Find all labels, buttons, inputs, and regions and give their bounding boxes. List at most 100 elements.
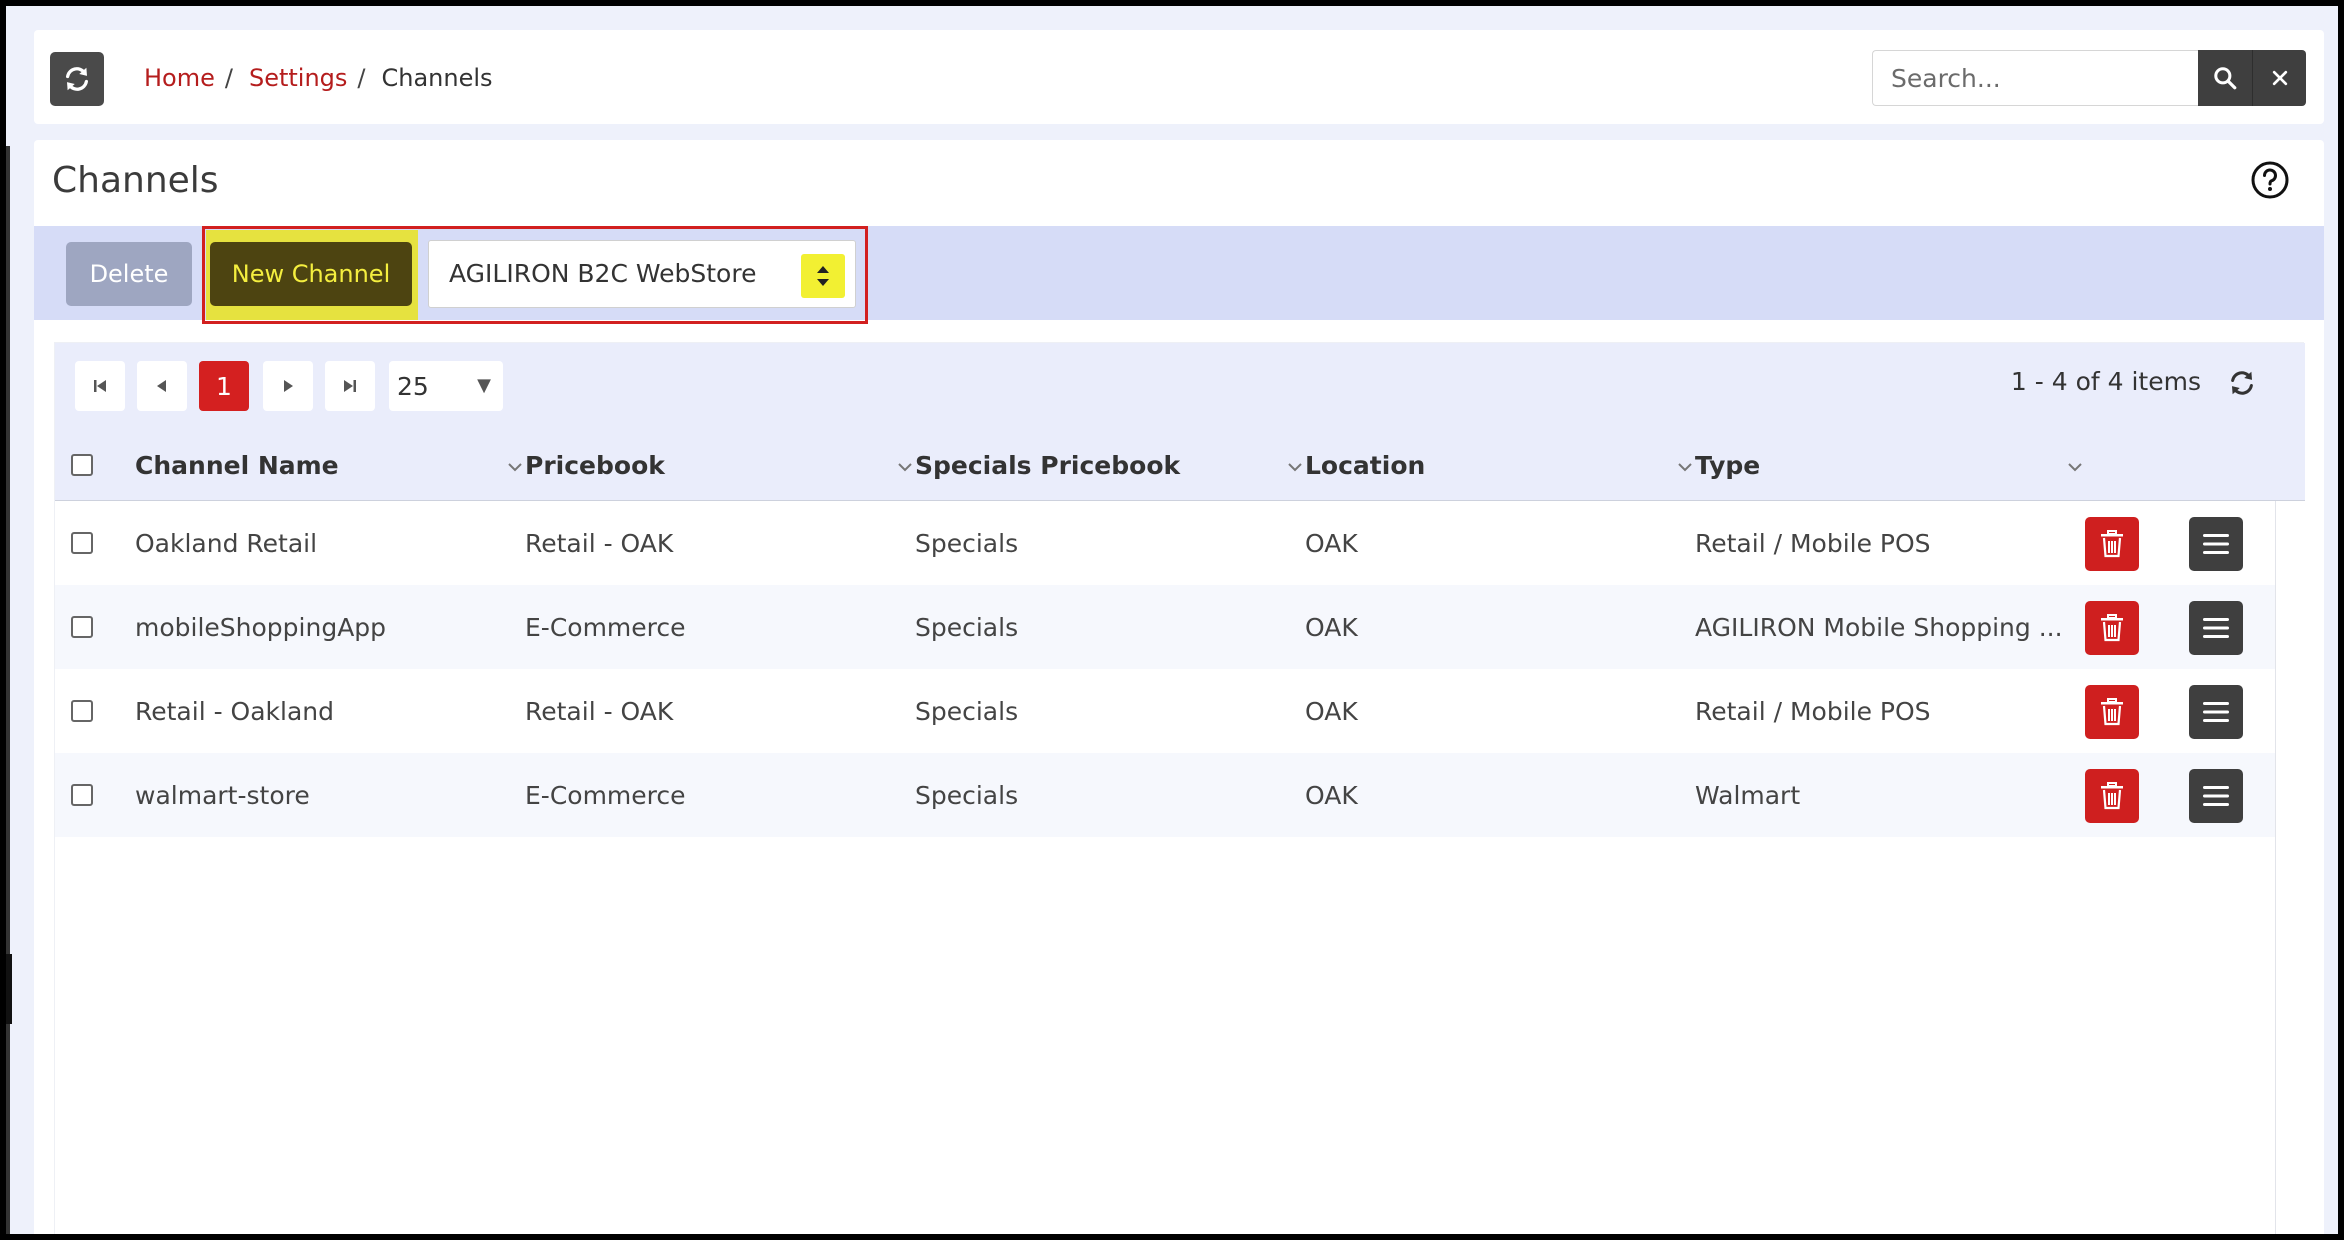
search-group [1872, 50, 2306, 106]
help-icon [2251, 161, 2289, 199]
breadcrumb-separator: / [357, 64, 366, 92]
cell-channel-name: walmart-store [135, 781, 310, 810]
cell-channel-name: Oakland Retail [135, 529, 318, 558]
prev-page-button[interactable] [137, 361, 187, 411]
chevron-down-icon[interactable] [1285, 457, 1305, 477]
channel-type-value: AGILIRON B2C WebStore [449, 259, 757, 288]
channel-type-select[interactable]: AGILIRON B2C WebStore [428, 240, 856, 308]
search-input[interactable] [1872, 50, 2198, 106]
cell-specials-pricebook: Specials [915, 613, 1019, 642]
refresh-button[interactable] [50, 52, 104, 106]
row-checkbox[interactable] [71, 700, 93, 722]
row-menu-button[interactable] [2189, 769, 2243, 823]
cell-pricebook: E-Commerce [525, 781, 686, 810]
cell-location: OAK [1305, 781, 1358, 810]
row-menu-button[interactable] [2189, 517, 2243, 571]
chevron-down-icon[interactable] [895, 457, 915, 477]
cell-type: Retail / Mobile POS [1695, 529, 1931, 558]
next-page-button[interactable] [263, 361, 313, 411]
breadcrumb: Home / Settings / Channels [144, 64, 493, 92]
row-checkbox[interactable] [71, 616, 93, 638]
delete-row-button[interactable] [2085, 685, 2139, 739]
hamburger-icon [2203, 618, 2229, 638]
row-menu-button[interactable] [2189, 601, 2243, 655]
page-number-button[interactable]: 1 [199, 361, 249, 411]
clear-search-button[interactable] [2252, 50, 2306, 106]
table-row[interactable]: Retail - Oakland Retail - OAK Specials O… [55, 669, 2275, 753]
trash-icon [2101, 614, 2123, 642]
grid-refresh-button[interactable] [2227, 368, 2261, 402]
refresh-icon [2231, 371, 2253, 395]
prev-page-icon [157, 380, 166, 392]
main-panel: Channels Delete New Channel AGILIRON B2C… [34, 140, 2324, 1234]
cell-location: OAK [1305, 529, 1358, 558]
next-page-icon [284, 380, 293, 392]
cell-pricebook: Retail - OAK [525, 697, 674, 726]
column-header-specials-pricebook[interactable]: Specials Pricebook [915, 451, 1180, 480]
caret-down-icon: ▼ [477, 375, 491, 396]
delete-row-button[interactable] [2085, 769, 2139, 823]
delete-button[interactable]: Delete [66, 242, 192, 306]
table-row[interactable]: Oakland Retail Retail - OAK Specials OAK… [55, 501, 2275, 585]
grid-scrollbar[interactable] [2275, 501, 2305, 1234]
sidebar-toggle-handle[interactable] [6, 954, 12, 1024]
cell-specials-pricebook: Specials [915, 781, 1019, 810]
row-checkbox[interactable] [71, 532, 93, 554]
cell-specials-pricebook: Specials [915, 697, 1019, 726]
column-header-pricebook[interactable]: Pricebook [525, 451, 665, 480]
last-page-icon [344, 380, 356, 392]
column-header-channel-name[interactable]: Channel Name [135, 451, 339, 480]
table-row[interactable]: mobileShoppingApp E-Commerce Specials OA… [55, 585, 2275, 669]
cell-specials-pricebook: Specials [915, 529, 1019, 558]
cell-channel-name: mobileShoppingApp [135, 613, 387, 642]
pager-info: 1 - 4 of 4 items [2010, 367, 2201, 396]
channels-grid: 1 25 ▼ 1 - 4 of 4 items Channel Name Pri… [54, 342, 2305, 1234]
left-edge-strip [6, 146, 10, 1234]
breadcrumb-settings[interactable]: Settings [249, 64, 347, 92]
select-all-checkbox[interactable] [71, 454, 93, 476]
select-arrows-icon[interactable] [801, 254, 845, 298]
top-bar: Home / Settings / Channels [34, 30, 2324, 124]
search-icon [2214, 67, 2237, 90]
cell-location: OAK [1305, 613, 1358, 642]
breadcrumb-home[interactable]: Home [144, 64, 215, 92]
pager: 1 25 ▼ 1 - 4 of 4 items [55, 343, 2305, 429]
trash-icon [2101, 698, 2123, 726]
cell-type: Retail / Mobile POS [1695, 697, 1931, 726]
row-checkbox[interactable] [71, 784, 93, 806]
page-size-value: 25 [397, 372, 429, 401]
new-channel-button[interactable]: New Channel [210, 242, 412, 306]
page-title: Channels [52, 160, 219, 201]
table-row[interactable]: walmart-store E-Commerce Specials OAK Wa… [55, 753, 2275, 837]
breadcrumb-current: Channels [381, 64, 493, 92]
last-page-button[interactable] [325, 361, 375, 411]
delete-row-button[interactable] [2085, 601, 2139, 655]
cell-type: Walmart [1695, 781, 1801, 810]
app-window: Home / Settings / Channels Chann [6, 6, 2338, 1234]
help-button[interactable] [2250, 160, 2290, 200]
chevron-down-icon[interactable] [1675, 457, 1695, 477]
cell-channel-name: Retail - Oakland [135, 697, 335, 726]
row-menu-button[interactable] [2189, 685, 2243, 739]
search-button[interactable] [2198, 50, 2252, 106]
hamburger-icon [2203, 702, 2229, 722]
column-header-type[interactable]: Type [1695, 451, 1760, 480]
chevron-down-icon[interactable] [505, 457, 525, 477]
first-page-button[interactable] [75, 361, 125, 411]
refresh-icon [66, 67, 88, 91]
trash-icon [2101, 782, 2123, 810]
chevron-down-icon[interactable] [2065, 457, 2085, 477]
column-header-location[interactable]: Location [1305, 451, 1425, 480]
cell-pricebook: E-Commerce [525, 613, 686, 642]
hamburger-icon [2203, 534, 2229, 554]
cell-location: OAK [1305, 697, 1358, 726]
hamburger-icon [2203, 786, 2229, 806]
cell-type: AGILIRON Mobile Shopping ... [1695, 613, 2063, 642]
breadcrumb-separator: / [224, 64, 233, 92]
action-toolbar: Delete New Channel AGILIRON B2C WebStore [34, 226, 2324, 324]
cell-pricebook: Retail - OAK [525, 529, 674, 558]
first-page-icon [94, 380, 106, 392]
delete-row-button[interactable] [2085, 517, 2139, 571]
trash-icon [2101, 530, 2123, 558]
page-size-select[interactable]: 25 ▼ [389, 361, 503, 411]
